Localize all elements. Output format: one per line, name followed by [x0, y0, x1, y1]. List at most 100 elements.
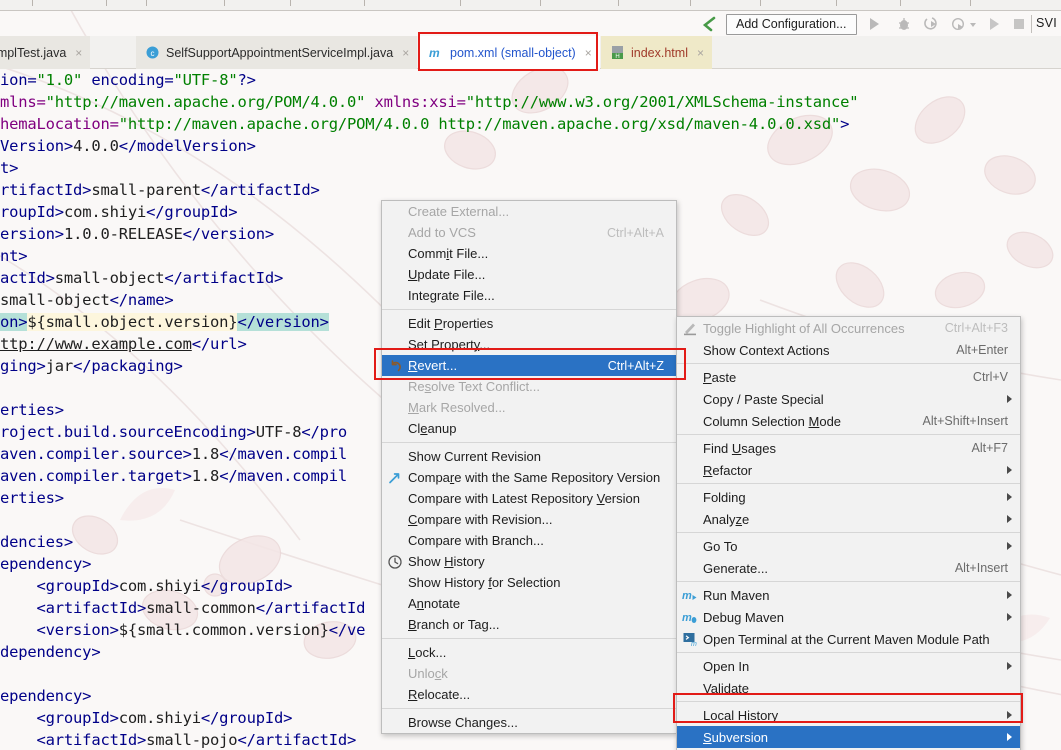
code-token: </ve	[328, 621, 366, 639]
context-menu-item-find-usages[interactable]: Find Usages Alt+F7	[677, 437, 1020, 459]
vcs-menu-item-compare-with-latest-repository-version[interactable]: Compare with Latest Repository Version	[382, 488, 676, 509]
context-menu-item-refactor[interactable]: Refactor	[677, 459, 1020, 481]
editor-tab-bar[interactable]: c erviceImplTest.java × c SelfSupportApp…	[0, 36, 1061, 69]
vcs-menu-item-compare-with-revision[interactable]: Compare with Revision...	[382, 509, 676, 530]
context-menu-item-validate[interactable]: Validate	[677, 677, 1020, 699]
svg-text:m: m	[682, 590, 692, 602]
vcs-menu-item-show-history[interactable]: Show History	[382, 551, 676, 572]
context-menu-item-copy-paste-special[interactable]: Copy / Paste Special	[677, 388, 1020, 410]
run-alt-icon[interactable]	[986, 16, 1002, 32]
code-token: <version>	[0, 621, 119, 639]
code-token: com.shiyi	[118, 709, 201, 727]
code-token: mlns=	[0, 93, 46, 111]
context-menu-item-paste[interactable]: Paste Ctrl+V	[677, 366, 1020, 388]
menu-bar[interactable]	[0, 0, 1061, 11]
debug-icon[interactable]	[896, 16, 912, 32]
vcs-menu-item-branch-or-tag[interactable]: Branch or Tag...	[382, 614, 676, 635]
vcs-menu-item-integrate-file[interactable]: Integrate File...	[382, 285, 676, 306]
tab-erviceimpltest-java[interactable]: c erviceImplTest.java ×	[0, 36, 91, 69]
vcs-menu-item-compare-with-the-same-repository-version[interactable]: Compare with the Same Repository Version	[382, 467, 676, 488]
code-line: dencies>	[0, 531, 73, 553]
vcs-menu-item-revert[interactable]: Revert... Ctrl+Alt+Z	[382, 355, 676, 376]
code-token: on>	[0, 313, 28, 331]
context-menu-item-open-in[interactable]: Open In	[677, 655, 1020, 677]
code-line: ging>jar</packaging>	[0, 355, 183, 377]
vcs-menu-item-relocate[interactable]: Relocate...	[382, 684, 676, 705]
code-line: <version>${small.common.version}</ve	[0, 619, 366, 641]
subversion-submenu[interactable]: Create External... Add to VCS Ctrl+Alt+A Co…	[381, 200, 677, 734]
back-arrow-icon[interactable]	[700, 15, 718, 33]
code-token: ?>	[237, 71, 256, 89]
tab-label: pom.xml (small-object)	[450, 45, 576, 60]
tab-pom-xml[interactable]: m pom.xml (small-object) ×	[420, 36, 600, 69]
run-with-coverage-icon[interactable]	[924, 16, 940, 32]
editor-context-menu[interactable]: Toggle Highlight of All Occurrences Ctrl+…	[676, 316, 1021, 750]
context-menu-item-subversion[interactable]: Subversion	[677, 726, 1020, 748]
context-menu-item-toggle-highlight-of-all-occurrences: Toggle Highlight of All Occurrences Ctrl+…	[677, 317, 1020, 339]
menu-item-label: Open Terminal at the Current Maven Modul…	[703, 631, 990, 647]
tab-index-html[interactable]: H index.html ×	[601, 36, 712, 69]
context-menu-item-column-selection-mode[interactable]: Column Selection Mode Alt+Shift+Insert	[677, 410, 1020, 432]
code-line: aven.compiler.source>1.8</maven.compil	[0, 443, 347, 465]
java-class-icon: c	[146, 46, 159, 59]
vcs-menu-item-cleanup[interactable]: Cleanup	[382, 418, 676, 439]
code-token: com.shiyi	[118, 577, 201, 595]
vcs-menu-item-annotate[interactable]: Annotate	[382, 593, 676, 614]
context-menu-item-go-to[interactable]: Go To	[677, 535, 1020, 557]
html-icon: H	[612, 46, 623, 60]
code-token: ependency>	[0, 555, 92, 573]
context-menu-item-folding[interactable]: Folding	[677, 486, 1020, 508]
context-menu-item-generate[interactable]: Generate... Alt+Insert	[677, 557, 1020, 579]
vcs-menu-item-compare-with-branch[interactable]: Compare with Branch...	[382, 530, 676, 551]
submenu-arrow-icon	[1007, 466, 1012, 474]
menu-item-label: Subversion	[703, 729, 769, 745]
vcs-menu-item-set-property[interactable]: Set Property...	[382, 334, 676, 355]
code-token: "1.0"	[36, 71, 83, 89]
submenu-arrow-icon	[1007, 493, 1012, 501]
menu-separator	[677, 363, 1020, 364]
vcs-menu-item-resolve-text-conflict: Resolve Text Conflict...	[382, 376, 676, 397]
vcs-menu-item-update-file[interactable]: Update File...	[382, 264, 676, 285]
code-token: erties>	[0, 401, 64, 419]
context-menu-item-local-history[interactable]: Local History	[677, 704, 1020, 726]
context-menu-item-analyze[interactable]: Analyze	[677, 508, 1020, 530]
code-token: actId>	[0, 269, 55, 287]
vcs-menu-item-edit-properties[interactable]: Edit Properties	[382, 313, 676, 334]
context-menu-item-run-maven[interactable]: m Run Maven	[677, 584, 1020, 606]
profile-icon[interactable]	[951, 16, 967, 32]
dropdown-arrow-icon[interactable]	[968, 16, 978, 32]
code-token: dependency>	[0, 643, 101, 661]
menu-item-label: Find Usages	[703, 440, 776, 456]
context-menu-item-debug-maven[interactable]: m Debug Maven	[677, 606, 1020, 628]
vcs-menu-item-show-current-revision[interactable]: Show Current Revision	[382, 446, 676, 467]
vcs-menu-item-show-history-for-selection[interactable]: Show History for Selection	[382, 572, 676, 593]
run-icon[interactable]	[866, 16, 882, 32]
context-menu-item-open-terminal-at-the-current-maven-module-path[interactable]: m Open Terminal at the Current Maven Modu…	[677, 628, 1020, 650]
tab-close-icon[interactable]: ×	[402, 46, 409, 60]
menu-item-shortcut: Ctrl+Alt+Z	[607, 358, 664, 373]
svg-text:m: m	[691, 641, 697, 647]
menu-item-label: Local History	[703, 707, 779, 723]
code-token: "http://maven.apache.org/POM/4.0.0"	[45, 93, 366, 111]
menu-item-label: Annotate	[408, 596, 461, 611]
vcs-menu-item-commit-file[interactable]: Commit File...	[382, 243, 676, 264]
menu-separator	[677, 434, 1020, 435]
code-token: </version>	[237, 313, 329, 331]
menu-item-label: Integrate File...	[408, 288, 495, 303]
main-toolbar[interactable]: Add Configuration... SVI	[0, 11, 1061, 36]
code-token: 1.8	[191, 467, 220, 485]
vcs-menu-item-lock[interactable]: Lock...	[382, 642, 676, 663]
tab-selfsupportappointmentserviceimpl-java[interactable]: c SelfSupportAppointmentServiceImpl.java…	[136, 36, 418, 69]
code-line: <groupId>com.shiyi</groupId>	[0, 707, 293, 729]
code-token: erties>	[0, 489, 64, 507]
vcs-menu-item-browse-changes[interactable]: Browse Changes...	[382, 712, 676, 733]
submenu-arrow-icon	[1007, 613, 1012, 621]
tab-close-icon[interactable]: ×	[585, 46, 592, 60]
add-configuration-button[interactable]: Add Configuration...	[726, 14, 857, 35]
tab-close-icon[interactable]: ×	[697, 46, 704, 60]
tab-close-icon[interactable]: ×	[75, 46, 82, 60]
stop-icon[interactable]	[1011, 16, 1027, 32]
context-menu-item-show-context-actions[interactable]: Show Context Actions Alt+Enter	[677, 339, 1020, 361]
tab-label: SelfSupportAppointmentServiceImpl.java	[166, 45, 394, 60]
code-line: mlns="http://maven.apache.org/POM/4.0.0"…	[0, 91, 859, 113]
